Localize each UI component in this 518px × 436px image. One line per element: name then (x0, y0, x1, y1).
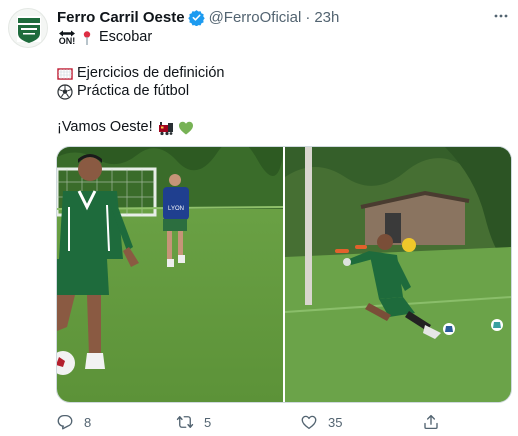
display-name[interactable]: Ferro Carril Oeste (57, 9, 185, 26)
reply-icon (57, 414, 73, 430)
like-count: 35 (328, 414, 343, 430)
train-icon (158, 121, 173, 135)
item2-text: Práctica de fútbol (77, 83, 190, 99)
on-label: ON! (58, 35, 76, 46)
item1-line: Ejercicios de definición (57, 64, 225, 83)
photo-goalkeeper-save[interactable] (285, 147, 511, 402)
photo-player-running[interactable]: LYON (57, 147, 283, 402)
verified-badge-icon (187, 9, 205, 26)
item1-text: Ejercicios de definición (77, 65, 225, 81)
share-button[interactable] (422, 413, 440, 431)
separator: · (305, 8, 311, 26)
handle[interactable]: @FerroOficial (209, 9, 302, 26)
green-heart-icon (178, 121, 193, 134)
retweet-count: 5 (204, 414, 212, 430)
action-bar: 8 5 35 (56, 413, 456, 433)
media-grid: LYON (56, 146, 512, 403)
avatar[interactable] (8, 8, 48, 48)
on-arrow-emoji: ON! (57, 30, 77, 46)
club-crest-icon (17, 16, 41, 43)
reply-count: 8 (84, 414, 92, 430)
location-text: Escobar (99, 29, 153, 45)
location-line: ON! Escobar (57, 28, 152, 47)
reply-button[interactable]: 8 (56, 413, 91, 431)
pin-icon (83, 30, 91, 45)
retweet-button[interactable]: 5 (176, 413, 211, 431)
shirt-sponsor: LYON (168, 206, 184, 212)
closing-line: ¡Vamos Oeste! (57, 118, 198, 137)
retweet-icon (176, 416, 194, 428)
like-button[interactable]: 35 (300, 413, 342, 431)
more-icon[interactable] (492, 7, 510, 25)
soccer-ball-icon (57, 83, 73, 100)
tweet[interactable]: Ferro Carril Oeste @FerroOficial · 23h O… (0, 0, 518, 436)
heart-icon (301, 415, 317, 430)
tweet-header: Ferro Carril Oeste @FerroOficial · 23h (57, 7, 508, 27)
goal-net-icon (57, 67, 73, 80)
timestamp[interactable]: 23h (314, 9, 339, 26)
item2-line: Práctica de fútbol (57, 82, 189, 101)
closing-text: ¡Vamos Oeste! (57, 119, 153, 135)
share-icon (424, 414, 438, 430)
